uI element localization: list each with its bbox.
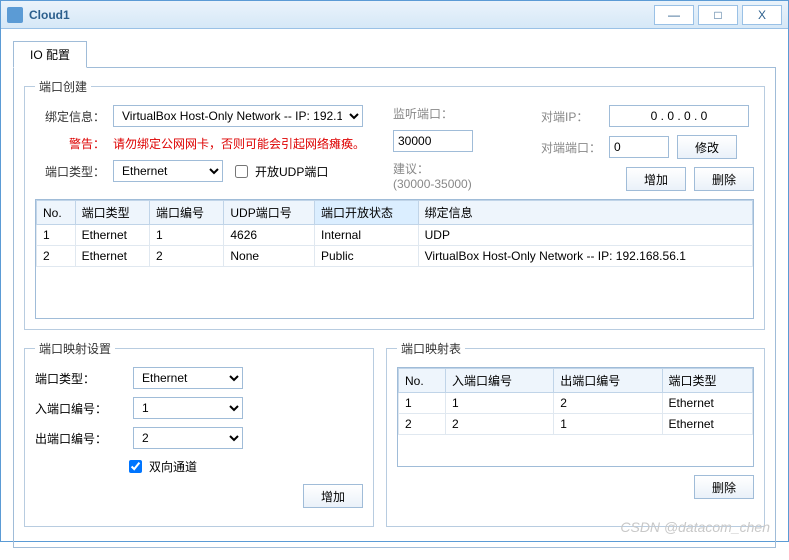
bidir-input[interactable] <box>129 460 142 473</box>
port-table-wrap[interactable]: No. 端口类型 端口编号 UDP端口号 端口开放状态 绑定信息 1 Ether… <box>35 199 754 319</box>
port-type-label: 端口类型： <box>35 163 105 180</box>
warning-text: 请勿绑定公网网卡，否则可能会引起网络瘫痪。 <box>113 135 365 152</box>
add-port-button[interactable]: 增加 <box>626 167 686 191</box>
tab-panel: 端口创建 绑定信息： VirtualBox Host-Only Network … <box>13 67 776 548</box>
col-no[interactable]: No. <box>37 201 76 225</box>
window-title: Cloud1 <box>29 8 70 22</box>
bind-info-select[interactable]: VirtualBox Host-Only Network -- IP: 192.… <box>113 105 363 127</box>
port-create-group: 端口创建 绑定信息： VirtualBox Host-Only Network … <box>24 78 765 330</box>
warning-label: 警告： <box>35 135 105 152</box>
peer-port-input[interactable] <box>609 136 669 158</box>
map-table-wrap[interactable]: No. 入端口编号 出端口编号 端口类型 1 1 2 Ethern <box>397 367 754 467</box>
peer-ip-input[interactable] <box>609 105 749 127</box>
port-create-legend: 端口创建 <box>35 78 91 95</box>
map-table: No. 入端口编号 出端口编号 端口类型 1 1 2 Ethern <box>398 368 753 435</box>
out-port-select[interactable]: 2 <box>133 427 243 449</box>
in-port-select[interactable]: 1 <box>133 397 243 419</box>
listen-port-label: 监听端口： <box>393 105 453 122</box>
delete-port-button[interactable]: 删除 <box>694 167 754 191</box>
table-row[interactable]: 2 Ethernet 2 None Public VirtualBox Host… <box>37 246 753 267</box>
col-openstate[interactable]: 端口开放状态 <box>315 201 419 225</box>
map-table-legend: 端口映射表 <box>397 340 465 357</box>
table-row[interactable]: 1 Ethernet 1 4626 Internal UDP <box>37 225 753 246</box>
suggest-range: (30000-35000) <box>393 177 472 191</box>
port-type-select[interactable]: Ethernet <box>113 160 223 182</box>
app-window: Cloud1 — □ X IO 配置 端口创建 绑定信息： VirtualBox… <box>0 0 789 542</box>
col-bind[interactable]: 绑定信息 <box>418 201 752 225</box>
bidir-checkbox[interactable]: 双向通道 <box>125 457 197 476</box>
titlebar: Cloud1 — □ X <box>1 1 788 29</box>
window-buttons: — □ X <box>654 5 782 25</box>
map-type-select[interactable]: Ethernet <box>133 367 243 389</box>
col-udp[interactable]: UDP端口号 <box>224 201 315 225</box>
peer-ip-label: 对端IP： <box>541 108 601 125</box>
delete-map-button[interactable]: 删除 <box>694 475 754 499</box>
mcol-type[interactable]: 端口类型 <box>662 369 752 393</box>
app-icon <box>7 7 23 23</box>
table-row[interactable]: 2 2 1 Ethernet <box>399 414 753 435</box>
minimize-button[interactable]: — <box>654 5 694 25</box>
mcol-in[interactable]: 入端口编号 <box>445 369 553 393</box>
out-port-label: 出端口编号： <box>35 430 125 447</box>
mcol-no[interactable]: No. <box>399 369 446 393</box>
map-settings-legend: 端口映射设置 <box>35 340 115 357</box>
col-type[interactable]: 端口类型 <box>75 201 149 225</box>
tabstrip: IO 配置 <box>13 41 776 68</box>
peer-port-label: 对端端口： <box>541 139 601 156</box>
map-table-group: 端口映射表 No. 入端口编号 出端口编号 端口类型 1 <box>386 340 765 527</box>
maximize-button[interactable]: □ <box>698 5 738 25</box>
content: IO 配置 端口创建 绑定信息： VirtualBox Host-Only Ne… <box>1 29 788 560</box>
close-button[interactable]: X <box>742 5 782 25</box>
mcol-out[interactable]: 出端口编号 <box>554 369 662 393</box>
bind-info-label: 绑定信息： <box>35 108 105 125</box>
tab-io-config[interactable]: IO 配置 <box>13 41 87 68</box>
open-udp-input[interactable] <box>235 165 248 178</box>
add-map-button[interactable]: 增加 <box>303 484 363 508</box>
map-settings-group: 端口映射设置 端口类型： Ethernet 入端口编号： 1 出端口编号： 2 <box>24 340 374 527</box>
table-row[interactable]: 1 1 2 Ethernet <box>399 393 753 414</box>
map-type-label: 端口类型： <box>35 370 125 387</box>
port-table: No. 端口类型 端口编号 UDP端口号 端口开放状态 绑定信息 1 Ether… <box>36 200 753 267</box>
suggest-label: 建议： <box>393 160 429 177</box>
modify-button[interactable]: 修改 <box>677 135 737 159</box>
in-port-label: 入端口编号： <box>35 400 125 417</box>
col-portno[interactable]: 端口编号 <box>150 201 224 225</box>
listen-port-input[interactable] <box>393 130 473 152</box>
open-udp-checkbox[interactable]: 开放UDP端口 <box>231 162 328 181</box>
